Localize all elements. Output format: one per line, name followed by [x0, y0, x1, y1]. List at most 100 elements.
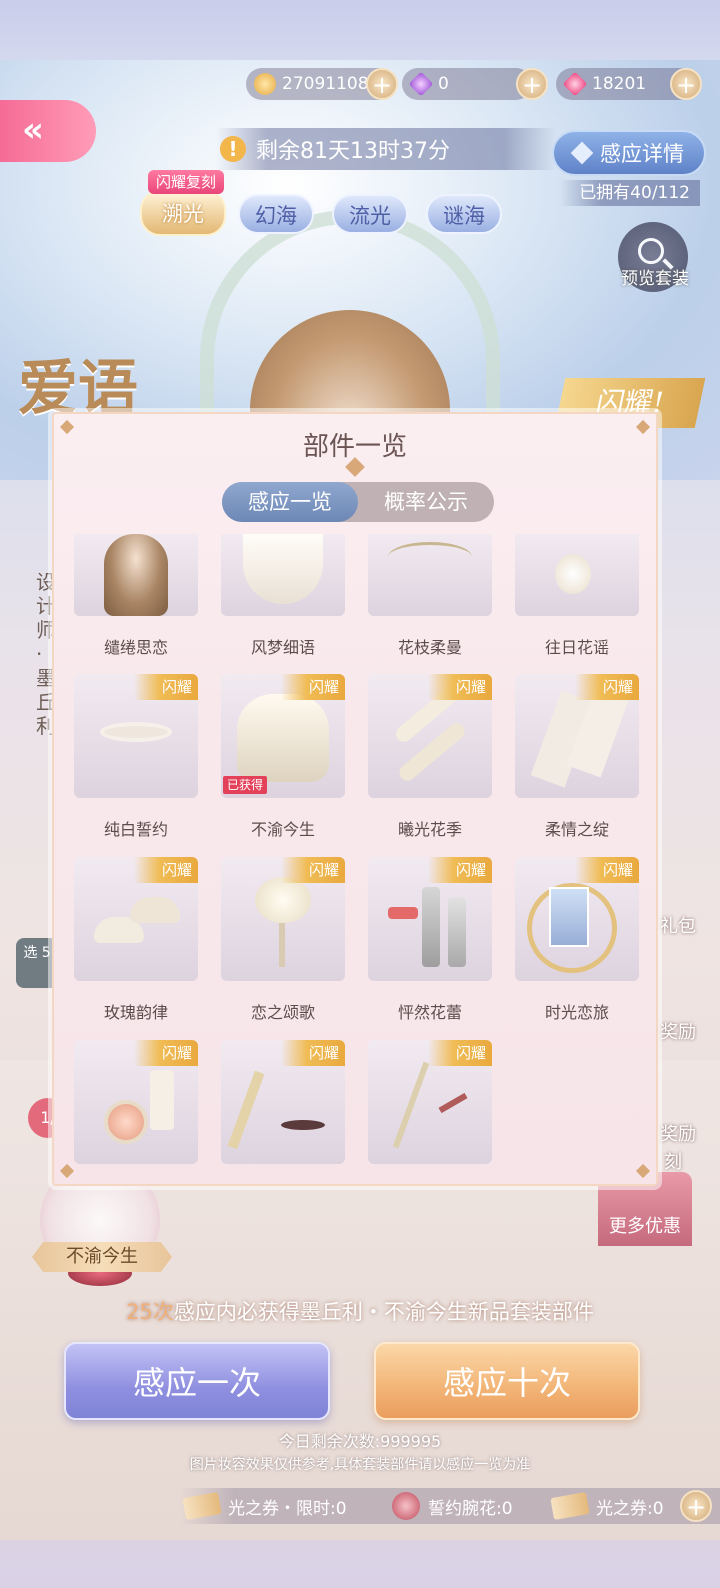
- part-thumbnail[interactable]: 闪耀: [368, 1040, 492, 1164]
- currency-bar: 27091108 + 0 + 18201 +: [246, 68, 720, 100]
- part-name: 玫瑰韵律: [103, 1003, 168, 1022]
- detail-button[interactable]: 感应详情: [552, 130, 706, 176]
- tab-liuguang[interactable]: 流光: [332, 194, 408, 234]
- part-thumbnail[interactable]: 闪耀: [515, 857, 639, 981]
- ticket-wristflower: 誓约腕花:0: [392, 1488, 513, 1524]
- part-item[interactable]: 花枝柔曼: [368, 534, 492, 658]
- flash-tag: 闪耀: [281, 674, 345, 700]
- diamond-icon: [570, 141, 594, 165]
- part-thumbnail[interactable]: 闪耀: [515, 674, 639, 798]
- parts-overview-dialog: 部件一览 感应一览 概率公示 缱绻思恋 风梦细语 花枝柔曼 往日花谣 闪耀 纯白誓约 闪耀已…: [52, 412, 658, 1186]
- cat-coin-icon: [254, 73, 276, 95]
- disclaimer: 图片妆容效果仅供参考,具体套装部件请以感应一览为准: [189, 1457, 531, 1473]
- tab-suguang[interactable]: 溯光: [140, 190, 226, 236]
- summon-ten-button[interactable]: 感应十次: [374, 1342, 640, 1420]
- part-thumbnail[interactable]: 闪耀: [221, 1040, 345, 1164]
- flash-tag: 闪耀: [134, 674, 198, 700]
- add-gold-button[interactable]: +: [366, 68, 398, 100]
- part-item[interactable]: 缱绻思恋: [74, 534, 198, 658]
- flash-rerun-badge: 闪耀复刻: [148, 170, 225, 194]
- side-label-reward-2[interactable]: 奖励: [660, 1120, 696, 1146]
- part-thumbnail[interactable]: [515, 534, 639, 616]
- part-name: 不渝今生: [250, 820, 315, 839]
- purple-diamond-value: 0: [438, 74, 449, 94]
- part-art: [104, 534, 168, 616]
- part-art: [104, 1100, 148, 1144]
- part-thumbnail[interactable]: 闪耀: [74, 857, 198, 981]
- add-pink-diamond-button[interactable]: +: [670, 68, 702, 100]
- flash-tag: 闪耀: [134, 1040, 198, 1066]
- part-thumbnail[interactable]: [74, 534, 198, 616]
- search-icon: [638, 238, 664, 264]
- part-art: [438, 1092, 468, 1114]
- part-item[interactable]: 闪耀 已获得不渝今生: [221, 674, 345, 840]
- flash-tag: 闪耀: [428, 1040, 492, 1066]
- part-thumbnail[interactable]: [221, 534, 345, 616]
- remaining-time: ! 剩余81天13时37分: [216, 128, 556, 170]
- side-label-reward[interactable]: 奖励: [660, 1018, 696, 1044]
- part-item[interactable]: 闪耀时光恋旅: [515, 857, 639, 1023]
- part-item[interactable]: 闪耀 曦光花季: [368, 674, 492, 840]
- add-purple-diamond-button[interactable]: +: [516, 68, 548, 100]
- part-thumbnail[interactable]: [368, 534, 492, 616]
- part-item[interactable]: 闪耀纯白誓约: [74, 674, 198, 840]
- ticket-wristflower-value: 誓约腕花:0: [428, 1498, 513, 1519]
- part-name: 缱绻思恋: [103, 638, 168, 657]
- part-art: [130, 897, 180, 923]
- part-item[interactable]: 往日花谣: [515, 534, 639, 658]
- part-name: 恋之颂歌: [250, 1003, 315, 1022]
- pink-diamond-icon: [562, 71, 588, 97]
- tab-mihai[interactable]: 谜海: [426, 194, 502, 234]
- part-thumbnail[interactable]: 闪耀 已获得: [221, 674, 345, 798]
- part-item[interactable]: 闪耀 柔情之绽: [515, 674, 639, 840]
- part-item[interactable]: 闪耀玫瑰韵律: [74, 857, 198, 1023]
- tab-summon-overview[interactable]: 感应一览: [222, 482, 358, 522]
- part-art: [255, 877, 311, 923]
- flash-tag: 闪耀: [428, 857, 492, 883]
- ticket-limited-value: 光之券・限时:0: [228, 1498, 347, 1519]
- part-item[interactable]: 闪耀: [221, 1040, 345, 1164]
- add-ticket-button[interactable]: +: [680, 1490, 712, 1522]
- part-art: [279, 923, 285, 967]
- side-label-engrave[interactable]: 刻: [664, 1148, 682, 1174]
- part-thumbnail[interactable]: 闪耀: [368, 674, 492, 798]
- pool-tabs: 溯光 闪耀复刻 幻海 流光 谜海: [140, 170, 520, 240]
- part-item[interactable]: 闪耀 怦然花蕾: [368, 857, 492, 1023]
- flash-tag: 闪耀: [575, 857, 639, 883]
- part-art: [243, 534, 323, 604]
- ticket-limited: 光之券・限时:0: [182, 1488, 347, 1524]
- part-art: [227, 1070, 265, 1150]
- side-label-gift[interactable]: 礼包: [660, 912, 696, 938]
- part-thumbnail[interactable]: 闪耀: [368, 857, 492, 981]
- part-name: 纯白誓约: [103, 820, 168, 839]
- tab-probability[interactable]: 概率公示: [358, 482, 494, 522]
- flash-tag: 闪耀: [428, 674, 492, 700]
- part-thumbnail[interactable]: 闪耀: [74, 1040, 198, 1164]
- part-thumbnail[interactable]: 闪耀: [221, 857, 345, 981]
- timer-text: 剩余81天13时37分: [256, 139, 450, 164]
- gold-value: 27091108: [282, 74, 369, 94]
- part-item[interactable]: 闪耀 恋之颂歌: [221, 857, 345, 1023]
- part-name: 时光恋旅: [544, 1003, 609, 1022]
- current-suit-tag[interactable]: 不渝今生: [32, 1242, 172, 1272]
- part-art: [150, 1070, 174, 1130]
- tab-huanhai[interactable]: 幻海: [238, 194, 314, 234]
- part-item[interactable]: 风梦细语: [221, 534, 345, 658]
- part-name: 柔情之绽: [544, 820, 609, 839]
- part-thumbnail[interactable]: 闪耀: [74, 674, 198, 798]
- back-button[interactable]: «: [0, 100, 96, 162]
- guarantee-desc: 感应内必获得墨丘利・不渝今生新品套装部件: [173, 1300, 594, 1324]
- remaining-count: 今日剩余次数:999995: [278, 1432, 442, 1451]
- part-item[interactable]: 闪耀: [74, 1040, 198, 1164]
- part-art: [422, 887, 440, 967]
- part-item[interactable]: 闪耀: [368, 1040, 492, 1164]
- parts-grid: 缱绻思恋 风梦细语 花枝柔曼 往日花谣 闪耀 纯白誓约 闪耀 已获得 不渝今生 闪耀 曦光花季 闪耀柔…: [74, 534, 640, 1174]
- summon-once-button[interactable]: 感应一次: [64, 1342, 330, 1420]
- ticket-icon: [550, 1492, 590, 1520]
- part-art: [555, 554, 591, 594]
- part-name: 花枝柔曼: [397, 638, 462, 657]
- wrist-flower-icon: [392, 1492, 420, 1520]
- flash-tag: 闪耀: [281, 1040, 345, 1066]
- owned-count: 已拥有40/112: [560, 180, 700, 206]
- flash-tag: 闪耀: [134, 857, 198, 883]
